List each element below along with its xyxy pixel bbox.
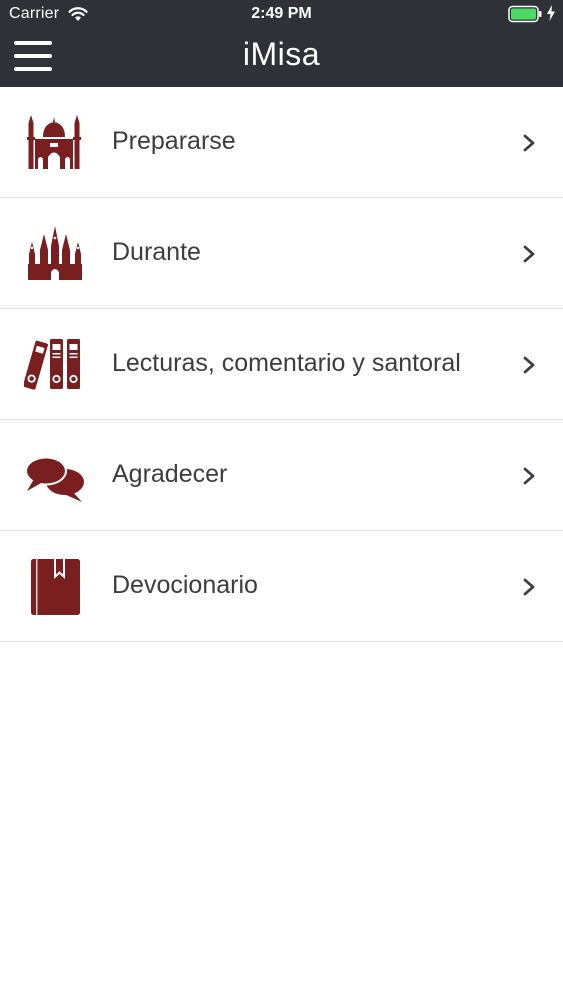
menu-item-lecturas[interactable]: Lecturas, comentario y santoral [0, 309, 563, 420]
app-title: iMisa [242, 36, 321, 72]
menu-item-label: Lecturas, comentario y santoral [112, 349, 461, 377]
menu-item-label: Agradecer [112, 460, 228, 488]
menu-item-devocionario[interactable]: Devocionario [0, 531, 563, 642]
mosque-icon [27, 115, 81, 169]
chevron-right-icon [523, 245, 535, 263]
charging-bolt-icon [547, 5, 555, 21]
menu-list: Prepararse Durante Lecturas, comentario … [0, 87, 563, 642]
top-bar: Carrier 2:49 PM iMisa [0, 0, 563, 87]
chevron-right-icon [523, 578, 535, 596]
clock-time: 2:49 PM [251, 5, 312, 22]
chevron-right-icon [523, 467, 535, 485]
cathedral-icon [28, 226, 82, 280]
binders-icon [24, 339, 80, 390]
chevron-right-icon [523, 356, 535, 374]
navigation-bar: iMisa [0, 28, 563, 87]
speech-bubbles-icon [25, 456, 84, 502]
menu-item-agradecer[interactable]: Agradecer [0, 420, 563, 531]
battery-icon [508, 5, 542, 23]
bookmarked-book-icon [31, 559, 80, 615]
status-bar: Carrier 2:49 PM [0, 0, 563, 28]
menu-item-label: Prepararse [112, 127, 236, 155]
chevron-right-icon [523, 134, 535, 152]
menu-item-label: Durante [112, 238, 201, 266]
menu-item-prepararse[interactable]: Prepararse [0, 87, 563, 198]
menu-item-durante[interactable]: Durante [0, 198, 563, 309]
menu-item-label: Devocionario [112, 571, 258, 599]
